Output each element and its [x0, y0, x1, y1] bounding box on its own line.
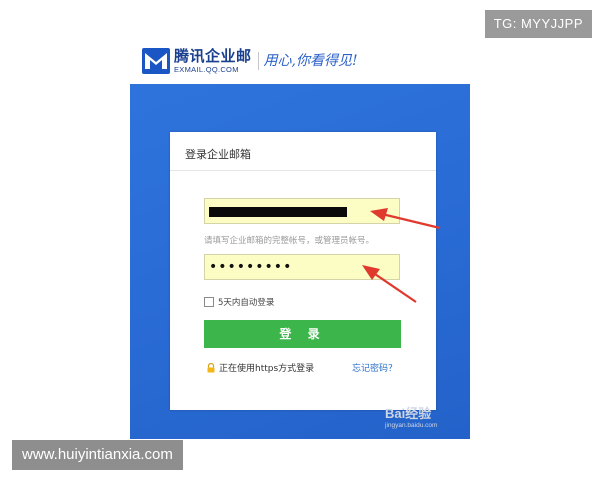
https-label: 正在使用https方式登录 — [219, 364, 315, 374]
password-input[interactable]: ••••••••• — [204, 254, 400, 280]
password-mask: ••••••••• — [209, 259, 293, 275]
account-input[interactable] — [204, 198, 400, 224]
login-card: 登录企业邮箱 请填写企业邮箱的完整帐号，或管理员帐号。 ••••••••• 5天… — [170, 132, 436, 410]
forgot-password-link[interactable]: 忘记密码？ — [352, 361, 397, 374]
brand-slogan: 用心,你看得见! — [257, 52, 358, 70]
redacted-account-value — [209, 207, 347, 217]
baidu-watermark: Bai经验 jingyan.baidu.com — [385, 407, 437, 430]
account-hint: 请填写企业邮箱的完整帐号，或管理员帐号。 — [204, 236, 375, 246]
card-divider — [170, 170, 436, 171]
baidu-watermark-logo: Bai经验 — [385, 406, 432, 421]
login-card-title: 登录企业邮箱 — [185, 148, 251, 161]
site-url-badge: www.huiyintianxia.com — [12, 440, 183, 470]
auto-login-label: 5天内自动登录 — [218, 298, 275, 308]
brand-logo: 腾讯企业邮 EXMAIL.QQ.COM 用心,你看得见! — [142, 44, 358, 78]
lock-icon — [207, 362, 215, 372]
auto-login-option[interactable]: 5天内自动登录 — [204, 296, 274, 308]
mail-envelope-icon — [142, 48, 170, 74]
brand-domain: EXMAIL.QQ.COM — [174, 64, 239, 74]
brand-name: 腾讯企业邮 — [174, 46, 252, 65]
baidu-watermark-url: jingyan.baidu.com — [385, 422, 438, 429]
login-button[interactable]: 登 录 — [204, 320, 401, 348]
tg-badge: TG: MYYJJPP — [484, 10, 592, 38]
checkbox-icon[interactable] — [204, 297, 214, 307]
https-status: 正在使用https方式登录 — [206, 361, 314, 374]
